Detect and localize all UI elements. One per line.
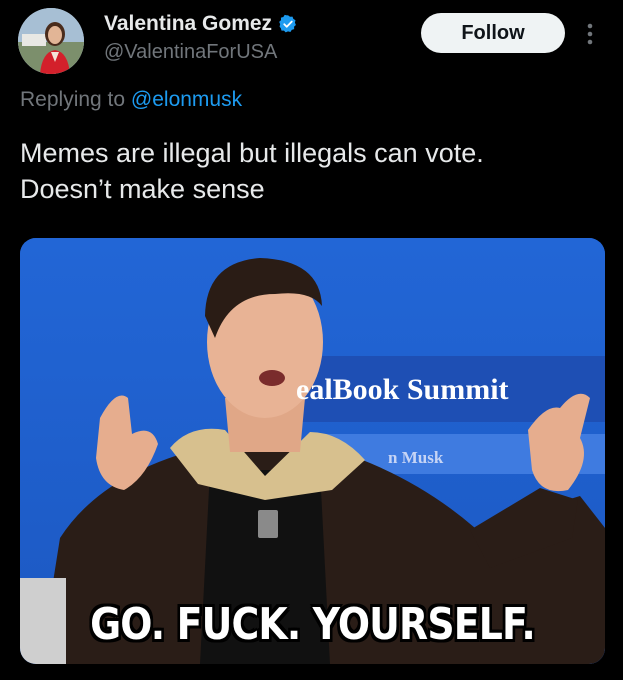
tweet-text-line: Memes are illegal but illegals can vote. — [20, 138, 484, 168]
reply-context: Replying to @elonmusk — [20, 88, 242, 112]
tweet-text-line: Doesn’t make sense — [20, 174, 265, 204]
reply-prefix: Replying to — [20, 88, 131, 111]
author-name-row: Valentina Gomez — [104, 12, 298, 36]
author-handle[interactable]: @ValentinaForUSA — [104, 41, 277, 64]
avatar[interactable] — [18, 8, 84, 74]
author-display-name[interactable]: Valentina Gomez — [104, 12, 272, 36]
more-options-icon[interactable] — [583, 20, 597, 48]
verified-badge-icon — [279, 14, 296, 33]
tweet-media-image[interactable]: ealBook Summit n Musk GO. FUCK. YOURSELF… — [20, 238, 605, 664]
tweet-text: Memes are illegal but illegals can vote.… — [20, 135, 600, 207]
reply-target-link[interactable]: @elonmusk — [131, 88, 242, 111]
stage-sign-text: ealBook Summit — [296, 373, 509, 406]
follow-button[interactable]: Follow — [421, 13, 565, 53]
stage-sign-subtext: n Musk — [388, 448, 444, 467]
meme-caption: GO. FUCK. YOURSELF. — [90, 599, 536, 650]
tweet: Valentina Gomez @ValentinaForUSA Follow … — [0, 0, 623, 680]
